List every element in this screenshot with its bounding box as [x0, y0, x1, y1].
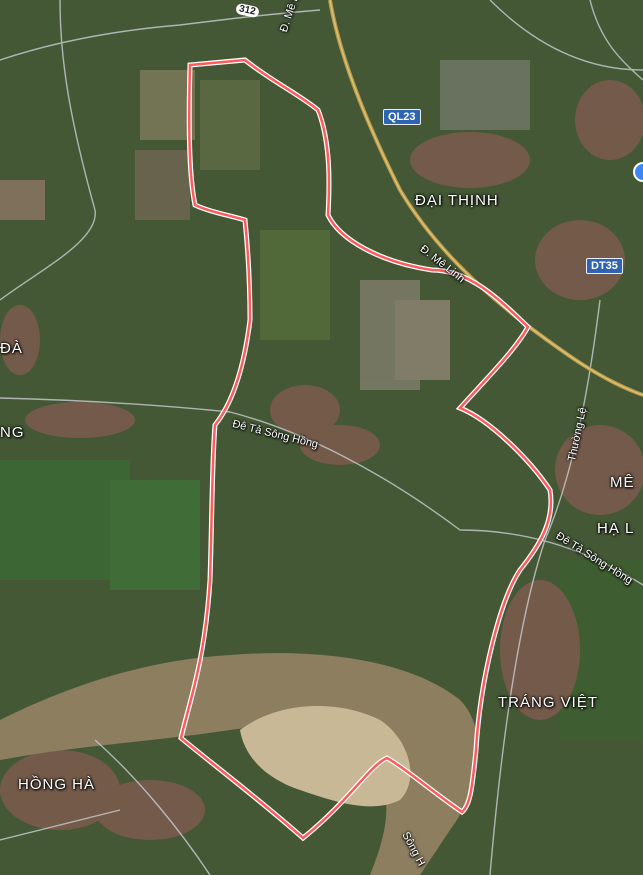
place-label-hong-ha: HỒNG HÀ	[18, 776, 96, 793]
route-shield-dt35: DT35	[586, 258, 623, 274]
place-label-ha-l: HẠ L	[597, 520, 635, 537]
place-label-trang-viet: TRÁNG VIỆT	[498, 694, 599, 711]
place-label-me: MÊ	[610, 474, 635, 491]
map-canvas	[0, 0, 643, 875]
place-label-dai-thinh: ĐẠI THỊNH	[415, 192, 499, 209]
route-shield-ql23: QL23	[383, 109, 421, 125]
place-label-da: ĐÀ	[0, 340, 23, 357]
satellite-map[interactable]: ĐẠI THỊNH TRÁNG VIỆT HỒNG HÀ MÊ HẠ L ĐÀ …	[0, 0, 643, 875]
location-marker-icon[interactable]	[633, 162, 643, 182]
place-label-ng: NG	[0, 424, 25, 441]
